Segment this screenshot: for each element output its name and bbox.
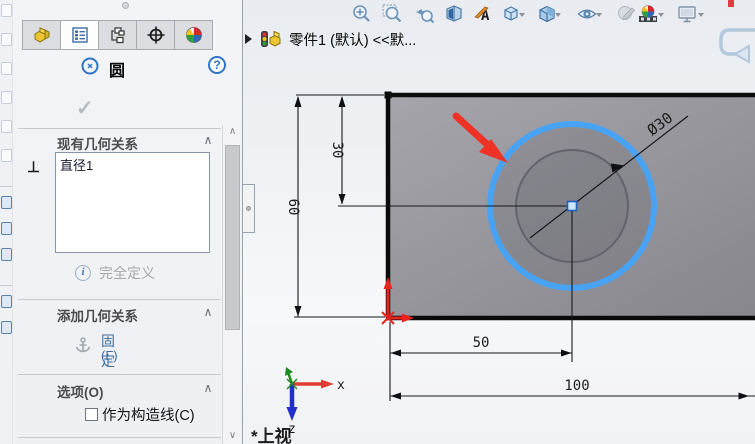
triad-x-label: x bbox=[337, 378, 345, 393]
width-dimension[interactable]: 100 bbox=[564, 378, 589, 394]
document-icon bbox=[1, 33, 12, 46]
construction-checkbox[interactable] bbox=[85, 408, 98, 421]
info-icon: i bbox=[75, 265, 91, 281]
confirmation-corner[interactable] bbox=[719, 28, 755, 64]
configuration-tree-icon bbox=[110, 27, 125, 44]
crosshair-target-icon bbox=[147, 26, 164, 44]
offset-x-dimension[interactable]: 50 bbox=[473, 335, 490, 351]
anchor-icon bbox=[75, 337, 91, 353]
document-icon bbox=[1, 91, 12, 104]
property-manager-panel: 圆 ? ✓ 现有几何关系 ∧ ⊥ 直径1 i 完全定义 添加几何关系 ∧ 固定 … bbox=[13, 0, 243, 444]
existing-relations-header[interactable]: 现有几何关系 bbox=[57, 133, 138, 153]
document-icon bbox=[1, 149, 12, 162]
pm-title: 圆 bbox=[109, 63, 126, 80]
construction-line-option[interactable]: 作为构造线(C) bbox=[85, 404, 195, 425]
add-relations-header[interactable]: 添加几何关系 bbox=[57, 305, 138, 325]
featuremanager-tab[interactable] bbox=[23, 21, 61, 49]
part-icon bbox=[34, 27, 49, 43]
collapse-chevron-icon[interactable]: ∧ bbox=[201, 306, 215, 320]
propertymanager-tab[interactable] bbox=[61, 21, 99, 49]
property-list-icon bbox=[71, 27, 88, 43]
scrollbar-thumb[interactable] bbox=[225, 145, 240, 330]
help-button[interactable]: ? bbox=[208, 56, 226, 74]
document-icon bbox=[1, 120, 12, 133]
document-icon bbox=[1, 4, 12, 17]
collapse-chevron-icon[interactable]: ∧ bbox=[201, 382, 215, 396]
status-text: 完全定义 bbox=[99, 265, 155, 281]
status-row: i 完全定义 bbox=[75, 263, 155, 283]
panel-scrollbar[interactable]: ∧ ∨ bbox=[222, 125, 241, 444]
relation-item[interactable]: 直径1 bbox=[60, 155, 205, 174]
panel-handle-dot[interactable] bbox=[122, 2, 129, 9]
ok-button[interactable]: ✓ bbox=[76, 96, 94, 121]
height-dimension[interactable]: 60 bbox=[285, 199, 301, 216]
view-orientation-label: *上视 bbox=[251, 426, 292, 444]
displaymanager-tab[interactable] bbox=[175, 21, 212, 49]
options-header[interactable]: 选项(O) bbox=[57, 381, 104, 401]
corner-vertex[interactable] bbox=[384, 91, 392, 99]
collapse-chevron-icon[interactable]: ∧ bbox=[201, 134, 215, 148]
scroll-up-icon[interactable]: ∧ bbox=[223, 125, 242, 140]
model-graphics: Ø30 60 30 50 100 x z *上视 bbox=[251, 28, 755, 444]
manager-tabs bbox=[22, 20, 213, 50]
dimxpertmanager-tab[interactable] bbox=[137, 21, 175, 49]
relations-listbox[interactable]: 直径1 bbox=[55, 152, 210, 253]
panel-splitter-handle[interactable] bbox=[243, 184, 255, 233]
circle-tool-icon bbox=[81, 57, 99, 75]
construction-label: 作为构造线(C) bbox=[102, 408, 195, 424]
fix-shortcut: (F) bbox=[101, 348, 118, 363]
feature-icon bbox=[1, 295, 12, 308]
graphics-viewport[interactable]: A 零件1 (默认) <<默... Ø30 60 30 50 100 x z *… bbox=[243, 0, 755, 444]
relation-glyph-icon: ⊥ bbox=[27, 159, 41, 176]
feature-icon bbox=[1, 248, 12, 261]
solidworks-window: 圆 ? ✓ 现有几何关系 ∧ ⊥ 直径1 i 完全定义 添加几何关系 ∧ 固定 … bbox=[0, 0, 755, 444]
configurationmanager-tab[interactable] bbox=[99, 21, 137, 49]
feature-icon bbox=[1, 196, 12, 209]
feature-icon bbox=[1, 321, 12, 334]
feature-icon bbox=[1, 222, 12, 235]
offset-y-dimension[interactable]: 30 bbox=[329, 142, 345, 159]
pm-title-row: 圆 ? bbox=[22, 55, 234, 81]
display-sphere-icon bbox=[185, 27, 202, 43]
view-triad: x z bbox=[285, 367, 345, 437]
scroll-down-icon[interactable]: ∨ bbox=[223, 429, 242, 444]
left-dock-strip bbox=[0, 0, 13, 444]
document-icon bbox=[1, 62, 12, 75]
circle-center-point[interactable] bbox=[566, 200, 578, 212]
